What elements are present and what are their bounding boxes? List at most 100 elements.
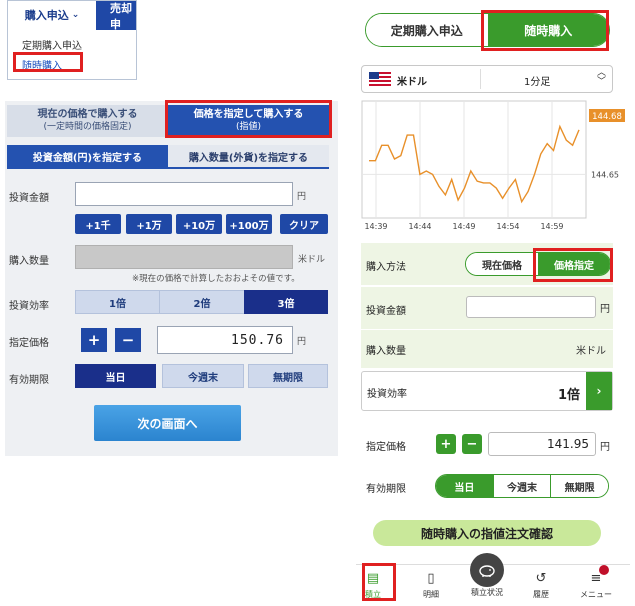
method-market[interactable]: 現在価格 bbox=[466, 253, 538, 275]
quantity-note: ※現在の価格で計算したおおよその値です。 bbox=[132, 274, 300, 284]
nav-status[interactable]: 積立状況 bbox=[462, 587, 512, 598]
chart-y-tick: 144.65 bbox=[591, 170, 619, 179]
menu-item-spot[interactable]: 随時購入 bbox=[22, 57, 62, 72]
chart-x-tick: 14:39 bbox=[364, 222, 387, 231]
tab-spot-purchase[interactable]: 随時購入 bbox=[487, 14, 609, 46]
r-price-unit: 円 bbox=[600, 442, 610, 453]
menu-tab-sell[interactable]: 売却申 bbox=[96, 1, 136, 31]
r-leverage-label: 投資効率 bbox=[367, 389, 407, 400]
tab-by-quantity[interactable]: 購入数量(外貨)を指定する bbox=[168, 145, 329, 167]
expiry-unlimited[interactable]: 無期限 bbox=[248, 364, 328, 388]
r-expiry-label: 有効期限 bbox=[366, 484, 406, 495]
investment-input[interactable] bbox=[75, 182, 293, 206]
method-label: 購入方法 bbox=[366, 262, 406, 273]
add-1m-button[interactable]: +100万 bbox=[226, 214, 272, 234]
piggy-bank-icon bbox=[479, 565, 495, 577]
nav-history-label: 履歴 bbox=[533, 590, 549, 599]
menu-icon: ≡ bbox=[590, 571, 602, 586]
method-limit[interactable]: 価格指定 bbox=[538, 253, 610, 275]
nav-tsumitate-label: 積立 bbox=[365, 590, 381, 599]
currency-selector[interactable]: 米ドル 1分足 ︿ ﹀ bbox=[361, 65, 613, 93]
next-screen-button[interactable]: 次の画面へ bbox=[94, 405, 241, 441]
r-price-input[interactable]: 141.95 bbox=[488, 432, 596, 456]
quantity-field bbox=[75, 245, 293, 269]
price-unit: 円 bbox=[297, 337, 307, 347]
chevron-down-icon: ⌄ bbox=[71, 10, 80, 20]
investment-unit: 円 bbox=[297, 192, 307, 202]
current-price-label: 144.68 bbox=[592, 112, 622, 122]
nav-details-label: 明細 bbox=[423, 590, 439, 599]
r-expiry-today[interactable]: 当日 bbox=[436, 475, 493, 497]
piggy-bank-button[interactable] bbox=[470, 553, 504, 587]
r-investment-unit: 円 bbox=[600, 304, 610, 315]
price-input[interactable]: 150.76 bbox=[157, 326, 293, 354]
left-menu-dropdown: 購入申込 ⌄ 売却申 定期購入申込 随時購入 bbox=[7, 0, 137, 80]
price-label: 指定価格 bbox=[9, 338, 49, 349]
tab-market-price-sub: (一定時間の価格固定) bbox=[43, 122, 132, 132]
expiry-today[interactable]: 当日 bbox=[75, 364, 156, 388]
expiry-weekend[interactable]: 今週末 bbox=[162, 364, 244, 388]
chart-x-tick: 14:54 bbox=[496, 222, 519, 231]
method-toggle: 現在価格 価格指定 bbox=[465, 252, 611, 276]
chart-x-tick: 14:49 bbox=[452, 222, 475, 231]
r-quantity-unit: 米ドル bbox=[576, 346, 606, 357]
nav-tsumitate[interactable]: ▤ 積立 bbox=[348, 571, 398, 600]
quantity-label: 購入数量 bbox=[9, 256, 49, 267]
confirm-order-button[interactable]: 随時購入の指値注文確認 bbox=[373, 520, 601, 546]
notification-badge bbox=[599, 565, 609, 575]
nav-menu-label: メニュー bbox=[580, 590, 612, 599]
chevron-right-icon[interactable]: › bbox=[586, 372, 612, 410]
savings-icon: ▤ bbox=[366, 571, 380, 586]
quantity-unit: 米ドル bbox=[298, 255, 326, 265]
r-price-minus-button[interactable]: − bbox=[462, 434, 482, 454]
price-chart: 14:39 14:44 14:49 14:54 14:59 144.65 144.68 bbox=[361, 100, 625, 231]
r-quantity-label: 購入数量 bbox=[366, 346, 406, 357]
r-expiry-weekend[interactable]: 今週末 bbox=[492, 475, 551, 497]
tab-periodic-purchase[interactable]: 定期購入申込 bbox=[366, 14, 488, 46]
interval-value: 1分足 bbox=[524, 77, 551, 88]
r-expiry-unlimited[interactable]: 無期限 bbox=[550, 475, 608, 497]
leverage-selector[interactable]: 投資効率 1倍 › bbox=[361, 371, 613, 411]
add-100k-button[interactable]: +10万 bbox=[176, 214, 222, 234]
r-leverage-value: 1倍 bbox=[557, 388, 580, 403]
top-mode-toggle: 定期購入申込 随時購入 bbox=[365, 13, 610, 47]
tab-market-price-label: 現在の価格で購入する bbox=[37, 109, 138, 120]
us-flag-icon bbox=[369, 72, 391, 86]
document-icon: ▯ bbox=[427, 571, 435, 586]
nav-menu[interactable]: ≡ メニュー bbox=[571, 571, 621, 600]
leverage-1x[interactable]: 1倍 bbox=[75, 290, 160, 314]
menu-tab-purchase[interactable]: 購入申込 ⌄ bbox=[8, 1, 96, 30]
clear-button[interactable]: クリア bbox=[280, 214, 328, 234]
price-minus-button[interactable]: − bbox=[115, 328, 141, 352]
currency-name: 米ドル bbox=[397, 77, 427, 88]
menu-tab-sell-label: 売却申 bbox=[110, 1, 132, 31]
tab-limit-price[interactable]: 価格を指定して購入する (指値) bbox=[168, 105, 329, 137]
tab-limit-price-sub: (指値) bbox=[235, 122, 262, 132]
menu-item-periodic[interactable]: 定期購入申込 bbox=[22, 37, 82, 52]
left-order-form: 現在の価格で購入する (一定時間の価格固定) 価格を指定して購入する (指値) … bbox=[5, 101, 338, 456]
r-price-plus-button[interactable]: + bbox=[436, 434, 456, 454]
mobile-app-screen: 定期購入申込 随時購入 米ドル 1分足 ︿ ﹀ 14:39 14:44 14:49 14… bbox=[356, 0, 630, 606]
up-down-chevron-icon[interactable]: ︿ ﹀ bbox=[597, 69, 606, 87]
chart-x-tick: 14:44 bbox=[408, 222, 431, 231]
add-10k-button[interactable]: +1万 bbox=[126, 214, 172, 234]
tab-limit-price-label: 価格を指定して購入する bbox=[193, 109, 304, 120]
history-icon: ↺ bbox=[535, 571, 547, 586]
add-1k-button[interactable]: +1千 bbox=[75, 214, 121, 234]
nav-history[interactable]: ↺ 履歴 bbox=[516, 571, 566, 600]
left-mode-tabs: 現在の価格で購入する (一定時間の価格固定) 価格を指定して購入する (指値) bbox=[7, 105, 329, 137]
r-investment-input[interactable] bbox=[466, 296, 596, 318]
r-price-label: 指定価格 bbox=[366, 442, 406, 453]
nav-details[interactable]: ▯ 明細 bbox=[406, 571, 456, 600]
left-menubar: 購入申込 ⌄ 売却申 bbox=[8, 1, 136, 31]
tab-market-price[interactable]: 現在の価格で購入する (一定時間の価格固定) bbox=[7, 105, 168, 137]
tab-by-amount[interactable]: 投資金額(円)を指定する bbox=[7, 145, 168, 167]
r-investment-label: 投資金額 bbox=[366, 306, 406, 317]
leverage-2x[interactable]: 2倍 bbox=[159, 290, 245, 314]
leverage-label: 投資効率 bbox=[9, 301, 49, 312]
left-sub-tabs: 投資金額(円)を指定する 購入数量(外貨)を指定する bbox=[7, 145, 329, 169]
leverage-3x[interactable]: 3倍 bbox=[244, 290, 328, 314]
chart-x-tick: 14:59 bbox=[540, 222, 563, 231]
price-plus-button[interactable]: + bbox=[81, 328, 107, 352]
expiry-label: 有効期限 bbox=[9, 375, 49, 386]
